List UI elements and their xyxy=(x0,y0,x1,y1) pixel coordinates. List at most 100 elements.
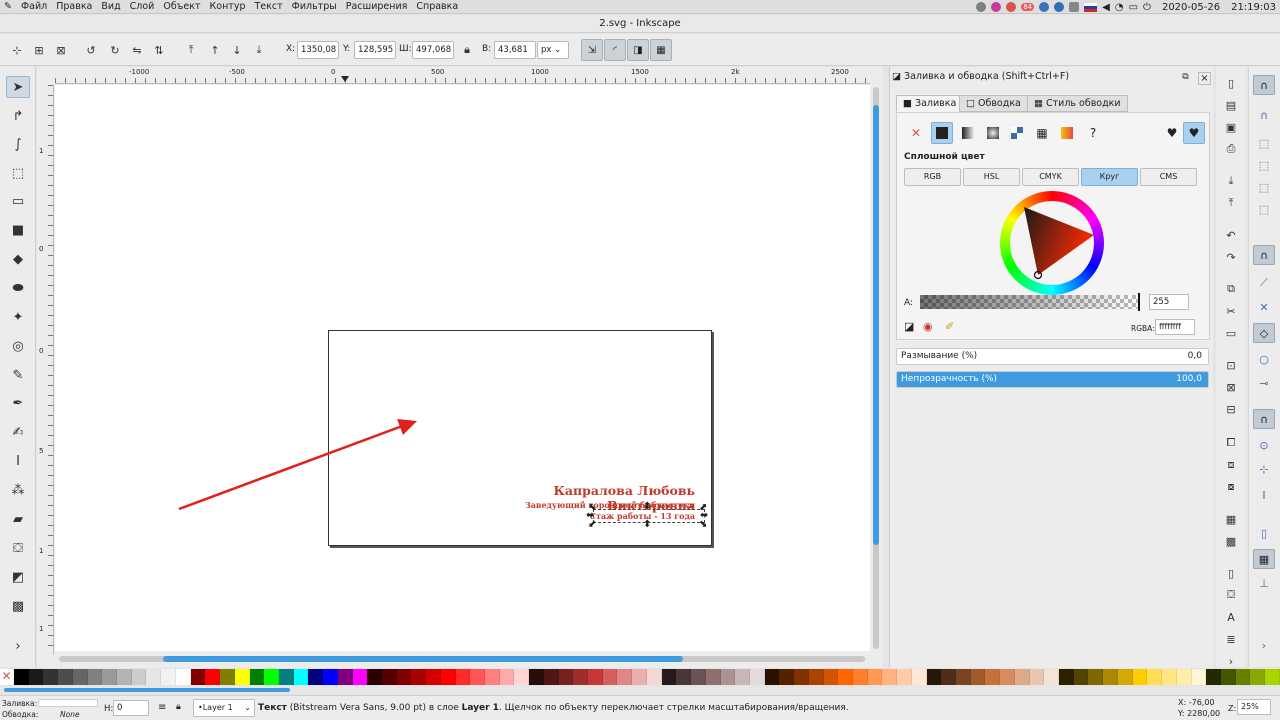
palette-swatch[interactable] xyxy=(941,669,956,685)
menu-path[interactable]: Контур xyxy=(210,1,246,12)
palette-swatch[interactable] xyxy=(588,669,603,685)
undo-icon[interactable]: ↶ xyxy=(1222,226,1240,244)
palette-swatch[interactable] xyxy=(808,669,824,685)
mode-rgb-button[interactable]: RGB xyxy=(904,168,961,186)
palette-swatch[interactable] xyxy=(632,669,647,685)
lock-layer-icon[interactable]: 🔒︎ xyxy=(176,702,181,712)
palette-swatch[interactable] xyxy=(1029,669,1045,685)
horizontal-scroll-thumb[interactable] xyxy=(163,656,683,662)
palette-swatch[interactable] xyxy=(1206,669,1221,685)
palette-swatch[interactable] xyxy=(293,669,309,685)
palette-swatch[interactable] xyxy=(1000,669,1015,685)
selector-tool-icon[interactable]: ➤ xyxy=(6,76,30,98)
color-picker-icon[interactable]: ✐ xyxy=(945,320,954,333)
menu-layer[interactable]: Слой xyxy=(130,1,155,12)
snap-grid-icon[interactable]: ▦ xyxy=(1253,549,1275,569)
fill-indicator-swatch[interactable] xyxy=(38,699,98,707)
text-tool-icon[interactable]: Ⅰ xyxy=(6,450,30,472)
pen-tool-icon[interactable]: ✒ xyxy=(6,392,30,414)
palette-swatch[interactable] xyxy=(43,669,59,685)
menu-edit[interactable]: Правка xyxy=(56,1,92,12)
palette-swatch[interactable] xyxy=(190,669,206,685)
snap-bbox-midpoint-icon[interactable]: ⬚ xyxy=(1253,177,1275,197)
palette-swatch[interactable] xyxy=(352,669,368,685)
w-field[interactable]: 497,068 xyxy=(412,41,454,59)
scale-handle-se-icon[interactable]: ⬊ xyxy=(699,519,707,530)
flat-color-icon[interactable] xyxy=(931,122,953,144)
zoom-selection-icon[interactable]: ⊡ xyxy=(1222,356,1240,374)
palette-swatch[interactable] xyxy=(14,669,29,685)
snap-bbox-corner-icon[interactable]: ⬚ xyxy=(1253,155,1275,175)
palette-swatch[interactable] xyxy=(1220,669,1236,685)
star-tool-icon[interactable]: ✦ xyxy=(6,306,30,328)
mesh-icon[interactable]: ▦ xyxy=(1031,122,1053,144)
palette-swatch[interactable] xyxy=(367,669,382,685)
tab-stroke-style[interactable]: ▦ Стиль обводки xyxy=(1027,95,1128,112)
unset-paint-icon[interactable]: ? xyxy=(1082,122,1104,144)
fill-rule-nonzero-icon[interactable]: ♥ xyxy=(1183,122,1205,144)
snap-smooth-icon[interactable]: ○ xyxy=(1253,349,1275,369)
palette-swatch[interactable] xyxy=(911,669,927,685)
snap-bbox-center-icon[interactable]: ⬚ xyxy=(1253,199,1275,219)
snap-bbox-edge-icon[interactable]: ⬚ xyxy=(1253,133,1275,153)
snap-rotation-center-icon[interactable]: ⊹ xyxy=(1253,459,1275,479)
clone-icon[interactable]: ⧈ xyxy=(1222,456,1240,474)
mode-cms-button[interactable]: CMS xyxy=(1140,168,1197,186)
color-managed-icon[interactable]: ◪ xyxy=(904,320,914,333)
more-snaps-chevron-icon[interactable]: › xyxy=(1253,635,1275,655)
palette-swatch[interactable] xyxy=(852,669,868,685)
lower-to-bottom-icon[interactable]: ⤓ xyxy=(250,41,268,59)
spiral-tool-icon[interactable]: ◎ xyxy=(6,335,30,357)
palette-swatch[interactable] xyxy=(146,669,162,685)
gradient-tool-icon[interactable]: ◩ xyxy=(6,566,30,588)
menu-filters[interactable]: Фильтры xyxy=(292,1,337,12)
palette-swatch[interactable] xyxy=(220,669,235,685)
palette-swatch[interactable] xyxy=(455,669,471,685)
palette-swatch[interactable] xyxy=(558,669,574,685)
eraser-tool-icon[interactable]: ▰ xyxy=(6,508,30,530)
palette-swatch[interactable] xyxy=(205,669,221,685)
move-patterns-toggle[interactable]: ▦ xyxy=(650,39,672,61)
3d-box-tool-icon[interactable]: ◆ xyxy=(6,248,30,270)
palette-swatch[interactable] xyxy=(278,669,294,685)
more-commands-chevron-icon[interactable]: › xyxy=(1222,652,1240,670)
palette-swatch[interactable] xyxy=(617,669,633,685)
scale-stroke-toggle[interactable]: ⇲ xyxy=(581,39,603,61)
palette-swatch[interactable] xyxy=(691,669,706,685)
lower-icon[interactable]: ↓ xyxy=(228,41,246,59)
color-triangle[interactable] xyxy=(1000,191,1104,295)
snap-page-border-icon[interactable]: ▯ xyxy=(1253,523,1275,543)
document-properties-icon[interactable]: ▯ xyxy=(1222,564,1240,582)
palette-scroll-thumb[interactable] xyxy=(4,688,290,692)
export-icon[interactable]: ⤒ xyxy=(1222,194,1240,212)
palette-swatch[interactable] xyxy=(1117,669,1133,685)
snap-others-icon[interactable]: ∩ xyxy=(1253,409,1275,429)
drawing-canvas[interactable]: Капралова Любовь Викторовна Заведующий г… xyxy=(55,85,870,651)
snap-cusp-icon[interactable]: ◇ xyxy=(1253,323,1275,343)
palette-swatch[interactable] xyxy=(1162,669,1177,685)
blur-slider[interactable]: Размывание (%) 0,0 xyxy=(896,348,1209,365)
palette-swatch[interactable] xyxy=(426,669,441,685)
dialog-close-icon[interactable]: × xyxy=(1198,72,1211,85)
snap-text-baseline-icon[interactable]: Ⅰ xyxy=(1253,485,1275,505)
palette-swatch[interactable] xyxy=(735,669,750,685)
no-paint-icon[interactable]: ✕ xyxy=(905,122,927,144)
zoom-page-icon[interactable]: ⊟ xyxy=(1222,400,1240,418)
snap-object-center-icon[interactable]: ⊙ xyxy=(1253,435,1275,455)
spray-tool-icon[interactable]: ⁂ xyxy=(6,479,30,501)
palette-swatch[interactable] xyxy=(308,669,324,685)
snap-bbox-icon[interactable]: ∩ xyxy=(1253,105,1275,125)
palette-swatch[interactable] xyxy=(764,669,780,685)
palette-swatch[interactable] xyxy=(779,669,795,685)
palette-swatch[interactable] xyxy=(323,669,338,685)
palette-swatch[interactable] xyxy=(396,669,412,685)
no-color-icon[interactable]: ✕ xyxy=(0,669,14,685)
scale-handle-s-icon[interactable]: ⬍ xyxy=(643,519,651,530)
mode-wheel-button[interactable]: Круг xyxy=(1081,168,1138,186)
dialog-iconify-icon[interactable]: ⧉ xyxy=(1179,72,1192,85)
palette-swatch[interactable] xyxy=(676,669,692,685)
rotate-cw-icon[interactable]: ↻ xyxy=(106,41,124,59)
palette-swatch[interactable] xyxy=(705,669,721,685)
palette-swatch[interactable] xyxy=(1265,669,1280,685)
palette-scrollbar[interactable] xyxy=(0,686,1280,694)
